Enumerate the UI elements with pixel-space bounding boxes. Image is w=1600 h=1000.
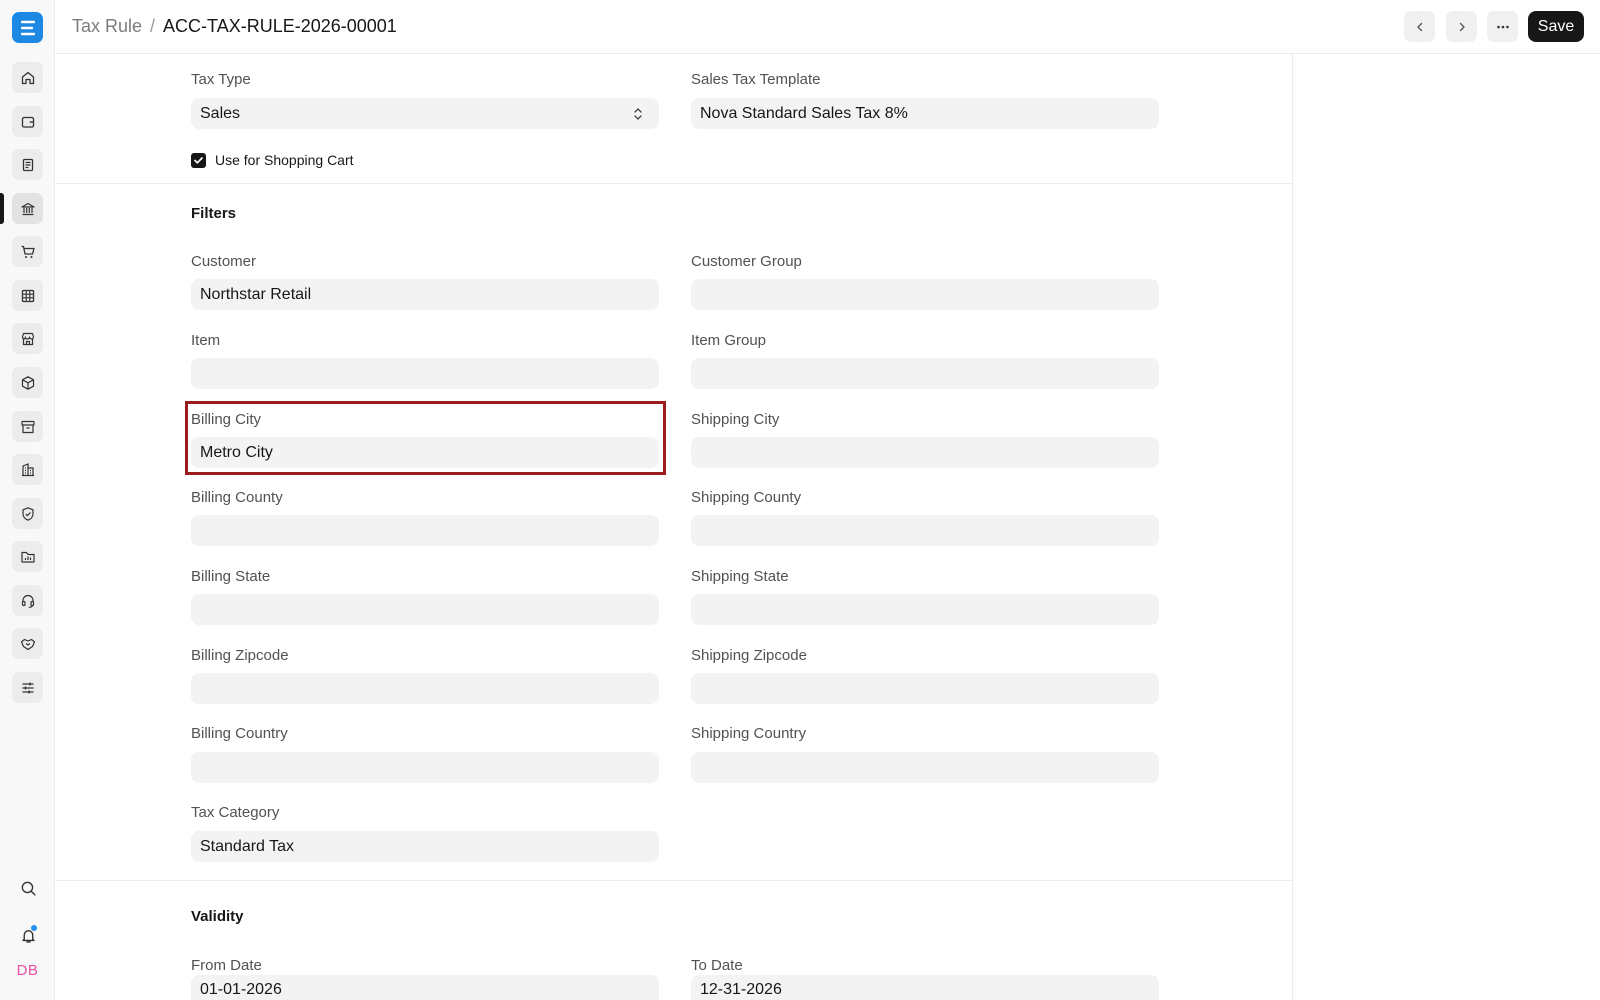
breadcrumb-separator: / <box>150 16 156 36</box>
sidebar-item-projects[interactable] <box>12 541 43 572</box>
package-icon <box>21 375 34 390</box>
validity-section-title: Validity <box>191 908 244 925</box>
chevron-left-icon <box>1416 22 1422 31</box>
sidebar-item-wallet[interactable] <box>12 106 43 137</box>
customer-group-input[interactable] <box>691 279 1159 310</box>
to-date-label: To Date <box>691 957 743 974</box>
billing-zipcode-label: Billing Zipcode <box>191 647 289 664</box>
shipping-country-input[interactable] <box>691 752 1159 783</box>
wallet-icon <box>21 116 34 128</box>
more-horizontal-icon <box>1496 25 1509 28</box>
sidebar-item-building[interactable] <box>12 454 43 485</box>
item-group-input[interactable] <box>691 358 1159 389</box>
billing-city-label: Billing City <box>191 411 262 428</box>
headset-icon <box>21 594 34 608</box>
tax-type-select[interactable]: Sales <box>191 98 659 129</box>
sales-tax-template-input[interactable]: Nova Standard Sales Tax 8% <box>691 98 1159 129</box>
item-label: Item <box>191 332 221 349</box>
store-icon <box>21 332 34 345</box>
table-icon <box>21 289 34 302</box>
from-date-label: From Date <box>191 957 262 974</box>
chevron-right-icon <box>1459 22 1465 31</box>
shipping-city-label: Shipping City <box>691 411 780 428</box>
sidebar-item-settings[interactable] <box>12 672 43 703</box>
customer-input[interactable]: Northstar Retail <box>191 279 659 310</box>
section-divider <box>55 183 1293 184</box>
page-title: ACC-TAX-RULE-2026-00001 <box>163 16 397 36</box>
billing-country-label: Billing Country <box>191 725 288 742</box>
sidebar-item-home[interactable] <box>12 62 43 93</box>
sidebar-item-accounting[interactable] <box>12 193 43 224</box>
building-icon <box>21 462 34 476</box>
shipping-zipcode-label: Shipping Zipcode <box>691 647 807 664</box>
form-main: Tax Type Sales Sales Tax Template Nova S… <box>55 54 1293 1000</box>
home-icon <box>21 71 34 84</box>
customer-label: Customer <box>191 253 257 270</box>
sidebar: DB <box>0 0 55 1000</box>
shipping-country-label: Shipping Country <box>691 725 807 742</box>
billing-zipcode-input[interactable] <box>191 673 659 704</box>
search-icon <box>21 881 36 896</box>
billing-country-input[interactable] <box>191 752 659 783</box>
notification-dot <box>30 924 38 932</box>
active-indicator <box>0 193 4 224</box>
sidebar-item-crm[interactable] <box>12 628 43 659</box>
sidebar-item-store[interactable] <box>12 323 43 354</box>
sidebar-item-support[interactable] <box>12 585 43 616</box>
next-record-button[interactable] <box>1446 11 1477 42</box>
customer-group-label: Customer Group <box>691 253 802 270</box>
topbar: Tax Rule / ACC-TAX-RULE-2026-00001 Save <box>55 0 1600 54</box>
avatar[interactable]: DB <box>12 957 43 983</box>
save-button[interactable]: Save <box>1528 11 1584 42</box>
shield-icon <box>21 506 34 521</box>
logo-e-icon <box>20 20 35 35</box>
sidebar-item-quality[interactable] <box>12 498 43 529</box>
bank-icon <box>20 202 35 215</box>
shipping-county-input[interactable] <box>691 515 1159 546</box>
search-button[interactable] <box>17 877 39 899</box>
checkmark-icon <box>194 157 203 164</box>
shipping-state-input[interactable] <box>691 594 1159 625</box>
to-date-input[interactable]: 12-31-2026 <box>691 975 1159 1000</box>
item-input[interactable] <box>191 358 659 389</box>
archive-icon <box>20 420 35 433</box>
folder-chart-icon <box>20 551 35 563</box>
from-date-input[interactable]: 01-01-2026 <box>191 975 659 1000</box>
billing-county-label: Billing County <box>191 489 283 506</box>
tax-category-input[interactable]: Standard Tax <box>191 831 659 862</box>
sidebar-item-buying[interactable] <box>12 236 43 267</box>
sidebar-item-archive[interactable] <box>12 411 43 442</box>
previous-record-button[interactable] <box>1404 11 1435 42</box>
notifications-button[interactable] <box>17 924 39 946</box>
use-for-shopping-cart-label[interactable]: Use for Shopping Cart <box>215 152 354 168</box>
more-actions-button[interactable] <box>1487 11 1518 42</box>
handshake-icon <box>20 638 35 650</box>
use-for-shopping-cart-checkbox[interactable] <box>191 153 206 168</box>
app-logo[interactable] <box>12 12 43 43</box>
billing-city-input[interactable]: Metro City <box>191 437 659 468</box>
sliders-icon <box>22 682 33 693</box>
shipping-state-label: Shipping State <box>691 568 789 585</box>
breadcrumb: Tax Rule / ACC-TAX-RULE-2026-00001 <box>72 16 397 37</box>
select-updown-icon <box>634 108 642 120</box>
breadcrumb-parent-link[interactable]: Tax Rule <box>72 16 142 37</box>
sidebar-item-documents[interactable] <box>12 149 43 180</box>
shipping-zipcode-input[interactable] <box>691 673 1159 704</box>
item-group-label: Item Group <box>691 332 767 349</box>
sales-tax-template-label: Sales Tax Template <box>691 71 821 88</box>
document-icon <box>22 158 33 171</box>
billing-county-input[interactable] <box>191 515 659 546</box>
tax-type-label: Tax Type <box>191 71 251 88</box>
cart-icon <box>21 245 35 258</box>
sidebar-item-table[interactable] <box>12 280 43 311</box>
billing-state-input[interactable] <box>191 594 659 625</box>
tax-category-label: Tax Category <box>191 804 280 821</box>
shipping-city-input[interactable] <box>691 437 1159 468</box>
sidebar-item-stock[interactable] <box>12 367 43 398</box>
shipping-county-label: Shipping County <box>691 489 802 506</box>
filters-section-title: Filters <box>191 205 237 222</box>
section-divider <box>55 880 1293 881</box>
tax-type-value: Sales <box>200 104 241 122</box>
billing-state-label: Billing State <box>191 568 271 585</box>
